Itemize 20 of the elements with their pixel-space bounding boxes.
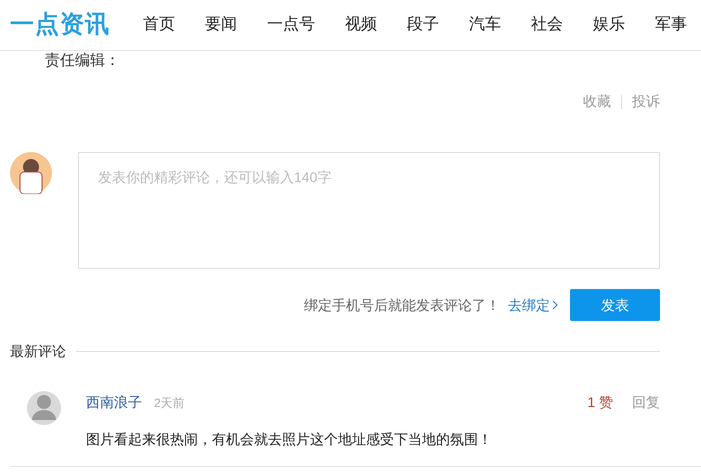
nav-link[interactable]: 社会 — [531, 13, 563, 37]
bind-link[interactable]: 去绑定 — [508, 294, 558, 316]
nav-link[interactable]: 汽车 — [469, 13, 501, 37]
chevron-icon — [552, 300, 558, 310]
section-heading: 最新评论 — [10, 342, 66, 361]
nav-link[interactable]: 娱乐 — [593, 13, 625, 37]
like-button[interactable]: 1 赞 — [587, 392, 613, 413]
nav-link[interactable]: 视频 — [345, 13, 377, 37]
nav-link[interactable]: 段子 — [407, 13, 439, 37]
comment-field[interactable]: 发表你的精彩评论，还可以输入140字 — [78, 152, 660, 269]
comment-text: 图片看起来很热闹，有机会就去照片这个地址感受下当地的氛围！ — [86, 430, 493, 449]
comment-time: 2天前 — [154, 394, 185, 412]
username-link[interactable]: 西南浪子 — [86, 392, 142, 413]
nav-link[interactable]: 首页 — [143, 13, 175, 37]
bind-notice: 绑定手机号后就能发表评论了！ — [304, 296, 500, 314]
editor-label: 责任编辑： — [45, 52, 120, 69]
user-avatar — [10, 152, 52, 194]
nav-link[interactable]: 军事 — [655, 13, 687, 37]
nav-link[interactable]: 要闻 — [205, 13, 237, 37]
nav-link[interactable]: 一点号 — [267, 13, 315, 37]
